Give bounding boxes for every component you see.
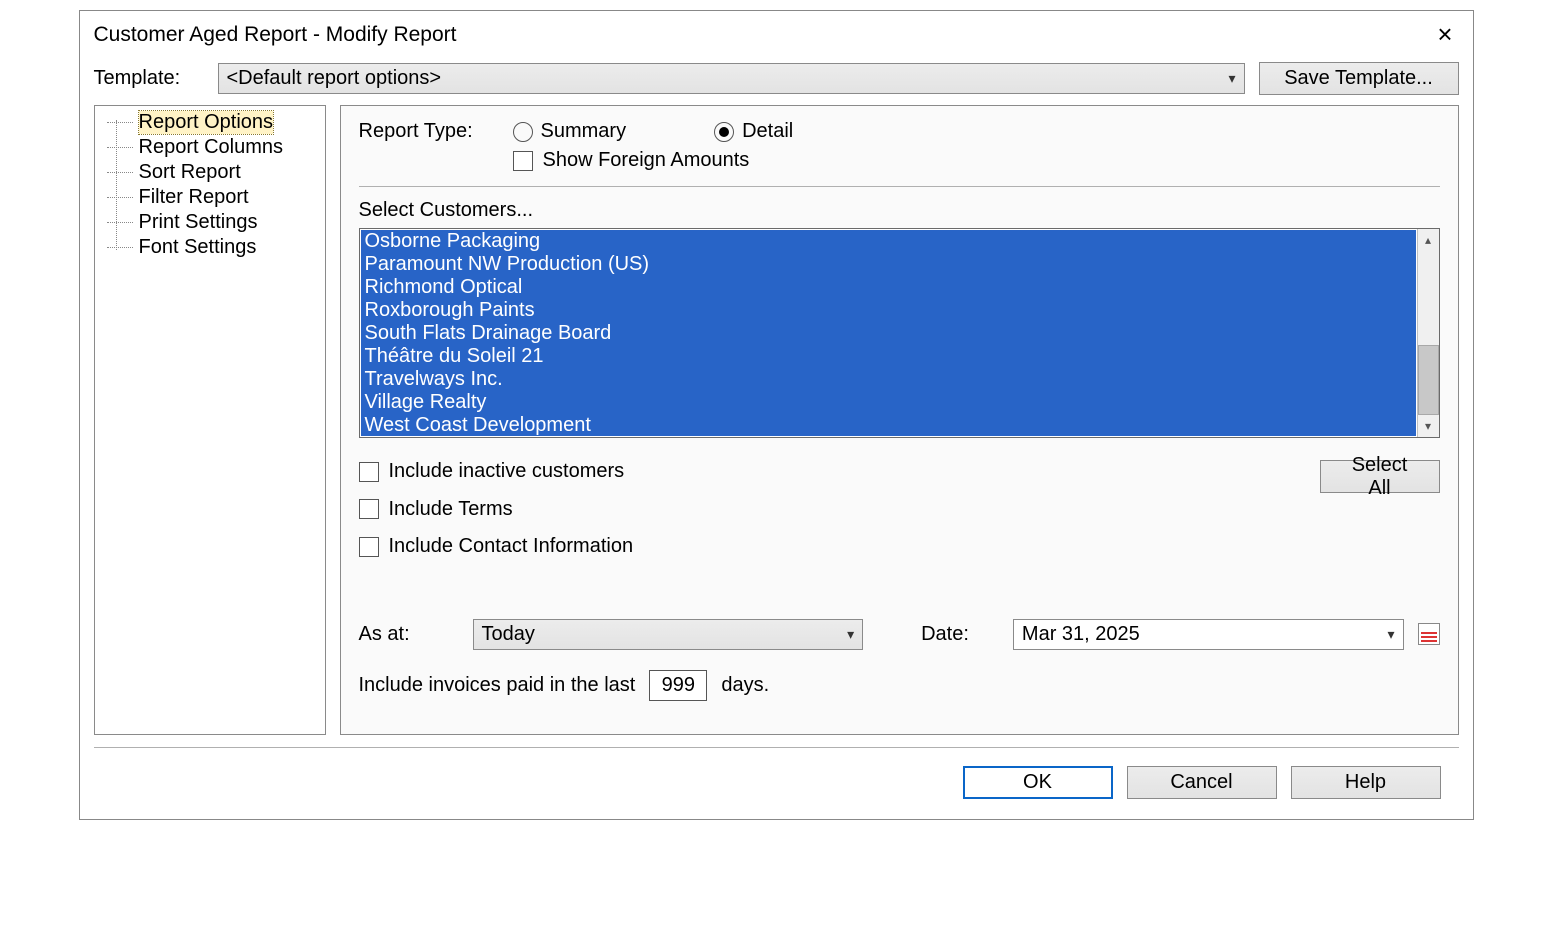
asat-dropdown[interactable]: Today ▾ (473, 619, 864, 650)
checkbox-foreign-amounts[interactable]: Show Foreign Amounts (513, 149, 750, 172)
foreign-amounts-label: Show Foreign Amounts (543, 149, 750, 172)
inactive-customers-label: Include inactive customers (389, 460, 625, 483)
chevron-down-icon: ▾ (847, 626, 854, 643)
tree-item-filter-report[interactable]: Filter Report (97, 185, 323, 210)
invoices-days-input[interactable] (649, 670, 707, 701)
list-item[interactable]: Roxborough Paints (365, 299, 1412, 322)
titlebar: Customer Aged Report - Modify Report × (80, 11, 1473, 60)
radio-detail[interactable]: Detail (714, 120, 793, 143)
date-value: Mar 31, 2025 (1022, 623, 1140, 646)
checkbox-include-contact[interactable]: Include Contact Information (359, 535, 634, 558)
calendar-icon[interactable] (1418, 623, 1440, 645)
footer: OK Cancel Help (94, 747, 1459, 819)
include-terms-label: Include Terms (389, 498, 513, 521)
radio-summary-label: Summary (541, 120, 627, 143)
scroll-up-icon[interactable]: ▴ (1418, 229, 1439, 251)
customers-listbox[interactable]: Osborne Packaging Paramount NW Productio… (359, 228, 1440, 438)
list-item[interactable]: Théâtre du Soleil 21 (365, 345, 1412, 368)
window-title: Customer Aged Report - Modify Report (94, 23, 457, 47)
scrollbar[interactable]: ▴ ▾ (1417, 229, 1439, 437)
chevron-down-icon: ▾ (1228, 70, 1235, 87)
list-item[interactable]: Richmond Optical (365, 276, 1412, 299)
include-contact-label: Include Contact Information (389, 535, 634, 558)
radio-detail-label: Detail (742, 120, 793, 143)
list-item[interactable]: Osborne Packaging (365, 230, 1412, 253)
asat-label: As at: (359, 623, 459, 646)
invoices-prefix-label: Include invoices paid in the last (359, 674, 636, 697)
body-row: Report Options Report Columns Sort Repor… (80, 105, 1473, 747)
report-type-label: Report Type: (359, 120, 499, 143)
close-icon[interactable]: × (1431, 19, 1458, 50)
checkbox-include-terms[interactable]: Include Terms (359, 498, 513, 521)
list-item[interactable]: Travelways Inc. (365, 368, 1412, 391)
list-item[interactable]: South Flats Drainage Board (365, 322, 1412, 345)
scroll-down-icon[interactable]: ▾ (1418, 415, 1439, 437)
invoices-suffix-label: days. (721, 674, 769, 697)
cancel-button[interactable]: Cancel (1127, 766, 1277, 799)
tree-item-font-settings[interactable]: Font Settings (97, 235, 323, 260)
template-value: <Default report options> (227, 67, 442, 90)
dialog-window: Customer Aged Report - Modify Report × T… (79, 10, 1474, 820)
list-item[interactable]: Paramount NW Production (US) (365, 253, 1412, 276)
main-panel: Report Type: Summary Detail Show Foreign… (340, 105, 1459, 735)
date-dropdown[interactable]: Mar 31, 2025 ▾ (1013, 619, 1404, 650)
tree-item-report-options[interactable]: Report Options (97, 110, 323, 135)
tree-item-print-settings[interactable]: Print Settings (97, 210, 323, 235)
select-all-button[interactable]: Select All (1320, 460, 1440, 493)
asat-value: Today (482, 623, 535, 646)
help-button[interactable]: Help (1291, 766, 1441, 799)
template-dropdown[interactable]: <Default report options> ▾ (218, 63, 1245, 94)
chevron-down-icon: ▾ (1387, 626, 1394, 643)
scroll-thumb[interactable] (1418, 345, 1439, 415)
sidebar-tree: Report Options Report Columns Sort Repor… (94, 105, 326, 735)
list-item[interactable]: West Coast Development (365, 414, 1412, 437)
radio-summary[interactable]: Summary (513, 120, 627, 143)
template-row: Template: <Default report options> ▾ Sav… (80, 60, 1473, 105)
save-template-button[interactable]: Save Template... (1259, 62, 1459, 95)
ok-button[interactable]: OK (963, 766, 1113, 799)
tree-item-report-columns[interactable]: Report Columns (97, 135, 323, 160)
template-label: Template: (94, 67, 204, 90)
date-label: Date: (921, 623, 969, 646)
tree-item-sort-report[interactable]: Sort Report (97, 160, 323, 185)
checkbox-inactive-customers[interactable]: Include inactive customers (359, 460, 625, 483)
list-item[interactable]: Village Realty (365, 391, 1412, 414)
select-customers-label: Select Customers... (359, 199, 1440, 222)
